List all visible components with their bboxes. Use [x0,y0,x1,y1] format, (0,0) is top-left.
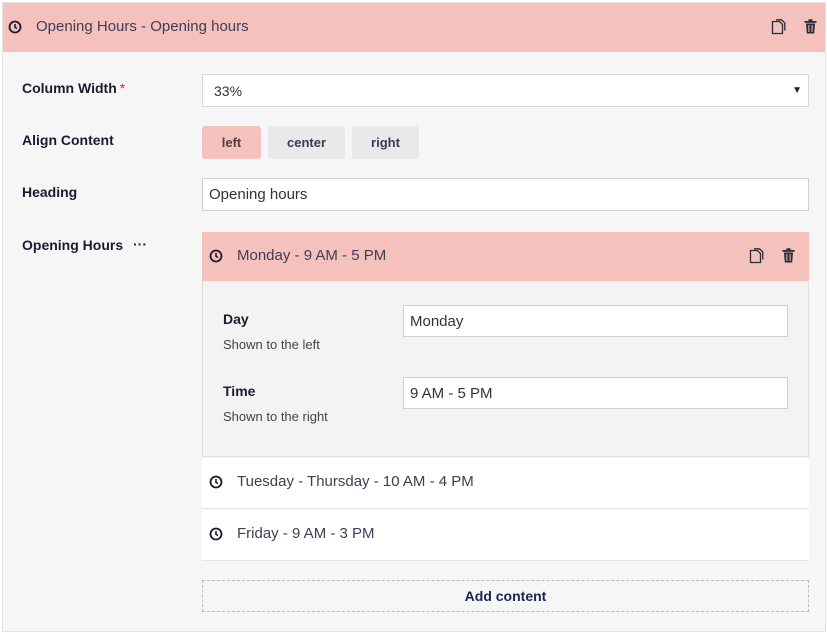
more-options-icon[interactable]: ··· [133,236,147,252]
panel-header[interactable]: Opening Hours - Opening hours [3,3,825,52]
clock-icon [209,475,223,489]
align-center-button[interactable]: center [268,126,345,159]
time-label: Time [223,383,256,399]
copy-icon[interactable] [771,19,786,35]
align-content-label: Align Content [22,132,114,148]
heading-label: Heading [22,184,78,200]
column-width-label: Column Width * [22,80,126,96]
item-header[interactable]: Friday - 9 AM - 3 PM [202,510,809,559]
time-description: Shown to the right [223,409,328,424]
column-width-select[interactable]: 33% ▼ [202,74,809,107]
item-title: Monday - 9 AM - 5 PM [237,247,387,264]
day-description: Shown to the left [223,337,320,352]
trash-icon[interactable] [804,19,817,34]
opening-hours-label: Opening Hours [22,237,124,253]
align-left-button[interactable]: left [202,126,261,159]
clock-icon [8,20,22,34]
required-mark: * [119,80,126,96]
copy-icon[interactable] [749,248,764,264]
day-label: Day [223,311,249,327]
list-item[interactable]: Tuesday - Thursday - 10 AM - 4 PM [202,458,809,509]
list-item: Monday - 9 AM - 5 PM Day Shown to the le… [202,232,809,457]
chevron-down-icon: ▼ [792,85,802,96]
time-input[interactable]: 9 AM - 5 PM [403,377,788,409]
panel-title: Opening Hours - Opening hours [36,18,249,35]
list-item[interactable]: Friday - 9 AM - 3 PM [202,510,809,561]
clock-icon [209,249,223,263]
column-width-value: 33% [214,82,243,99]
item-title: Friday - 9 AM - 3 PM [237,525,375,542]
trash-icon[interactable] [782,248,795,263]
block-panel: Opening Hours - Opening hours Column Wid… [2,2,826,632]
item-header[interactable]: Monday - 9 AM - 5 PM [202,232,809,281]
day-input[interactable]: Monday [403,305,788,337]
item-header[interactable]: Tuesday - Thursday - 10 AM - 4 PM [202,458,809,507]
add-content-button[interactable]: Add content [202,580,809,612]
clock-icon [209,527,223,541]
item-title: Tuesday - Thursday - 10 AM - 4 PM [237,473,474,490]
heading-input[interactable]: Opening hours [202,178,809,211]
align-right-button[interactable]: right [352,126,419,159]
